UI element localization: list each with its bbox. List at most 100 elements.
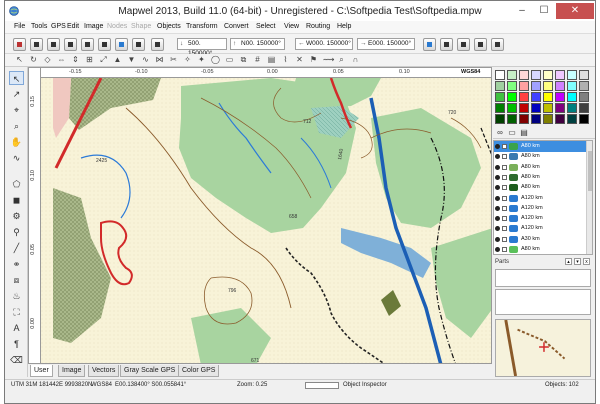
fill-tool-icon[interactable]: ⛶ xyxy=(9,305,24,319)
palette-swatch[interactable] xyxy=(555,70,565,80)
select-tool-icon[interactable]: ↖ xyxy=(9,71,24,85)
flip-icon[interactable]: ⇕ xyxy=(71,56,80,65)
eye-icon[interactable] xyxy=(495,154,500,160)
palette-swatch[interactable] xyxy=(567,103,577,113)
eye-icon[interactable] xyxy=(495,195,500,201)
layer-row[interactable]: A80 km xyxy=(494,244,586,254)
palette-swatch[interactable] xyxy=(567,114,577,124)
map-layer-icon[interactable]: ▤ xyxy=(267,56,276,65)
eye-icon[interactable] xyxy=(495,247,500,252)
layer-checkbox[interactable] xyxy=(502,247,507,252)
map-canvas[interactable]: 712 720 2425 1640 658 796 671 xyxy=(41,78,492,364)
parts-down-button[interactable]: ▾ xyxy=(574,258,581,265)
palette-swatch[interactable] xyxy=(531,70,541,80)
palette-swatch[interactable] xyxy=(519,81,529,91)
eye-icon[interactable] xyxy=(495,216,500,222)
join-icon[interactable]: ⋈ xyxy=(155,56,164,65)
polygon-tool-icon[interactable]: ⬠ xyxy=(9,177,24,191)
palette-swatch[interactable] xyxy=(495,92,505,102)
pan-tool-icon[interactable]: ✋ xyxy=(9,135,24,149)
layer-list[interactable]: A80 km A80 km A80 km A80 km A80 km A120 km A12… xyxy=(493,140,593,255)
maximize-button[interactable]: ☐ xyxy=(533,3,555,19)
north-coord-field[interactable]: ↑ N00. 150000° xyxy=(230,38,285,50)
layer-checkbox[interactable] xyxy=(502,195,507,201)
parts-list[interactable] xyxy=(495,269,591,287)
align-icon[interactable]: ⊞ xyxy=(85,56,94,65)
palette-swatch[interactable] xyxy=(519,70,529,80)
scale-icon[interactable]: ⤢ xyxy=(99,56,108,65)
palette-swatch[interactable] xyxy=(507,103,517,113)
menu-objects[interactable]: Objects xyxy=(157,23,181,30)
zoom-in-button[interactable] xyxy=(440,38,453,51)
gps-device-button[interactable] xyxy=(132,38,145,51)
palette-swatch[interactable] xyxy=(579,70,589,80)
east-coord-field[interactable]: → E000. 150000° xyxy=(357,38,415,50)
tab-user[interactable]: User xyxy=(30,365,53,377)
layer-checkbox[interactable] xyxy=(502,164,507,170)
line-tool-icon[interactable]: ╱ xyxy=(9,241,24,255)
palette-swatch[interactable] xyxy=(555,114,565,124)
object-tool-icon[interactable]: ⧈ xyxy=(9,273,24,287)
measure-tool-icon[interactable]: ⚲ xyxy=(9,225,24,239)
layer-checkbox[interactable] xyxy=(502,226,507,232)
palette-swatch[interactable] xyxy=(555,103,565,113)
zoom-extent-button[interactable] xyxy=(423,38,436,51)
south-coord-field[interactable]: ↓ 500. 150000° xyxy=(177,38,227,57)
palette-swatch[interactable] xyxy=(495,114,505,124)
layer-checkbox[interactable] xyxy=(502,144,507,149)
search-icon[interactable]: ⌕ xyxy=(337,56,346,65)
shape-rect-icon[interactable]: ▭ xyxy=(225,56,234,65)
gps-tool-button[interactable] xyxy=(151,38,164,51)
node-icon[interactable]: ◇ xyxy=(43,56,52,65)
palette-swatch[interactable] xyxy=(531,81,541,91)
menu-view[interactable]: View xyxy=(284,23,299,30)
palette-swatch[interactable] xyxy=(543,81,553,91)
eye-icon[interactable] xyxy=(495,226,500,232)
layer-up-icon[interactable]: ▲ xyxy=(113,56,122,65)
settings-tool-icon[interactable]: ⚙ xyxy=(9,209,24,223)
palette-swatch[interactable] xyxy=(507,114,517,124)
gps-send-button[interactable] xyxy=(98,38,111,51)
paint-tool-icon[interactable]: ♨ xyxy=(9,289,24,303)
gps-receive-button[interactable] xyxy=(115,38,128,51)
status-object-inspector[interactable]: Object Inspector xyxy=(343,382,387,388)
palette-swatch[interactable] xyxy=(543,92,553,102)
save-button[interactable] xyxy=(47,38,60,51)
tab-color-gps[interactable]: Color GPS xyxy=(178,365,220,377)
layer-checkbox[interactable] xyxy=(502,174,507,180)
track-icon[interactable]: ⌇ xyxy=(281,56,290,65)
palette-swatch[interactable] xyxy=(543,103,553,113)
label-tool-icon[interactable]: ¶ xyxy=(9,337,24,351)
color-palette[interactable] xyxy=(495,70,591,124)
palette-swatch[interactable] xyxy=(519,103,529,113)
menu-transform[interactable]: Transform xyxy=(186,23,218,30)
palette-swatch[interactable] xyxy=(507,92,517,102)
menu-edit[interactable]: Edit xyxy=(67,23,79,30)
palette-swatch[interactable] xyxy=(579,103,589,113)
grid-icon[interactable]: # xyxy=(253,56,262,65)
palette-swatch[interactable] xyxy=(555,81,565,91)
menu-file[interactable]: File xyxy=(14,23,25,30)
palette-swatch[interactable] xyxy=(507,70,517,80)
palette-swatch[interactable] xyxy=(555,92,565,102)
palette-swatch[interactable] xyxy=(507,81,517,91)
link-tool-icon[interactable]: ⚭ xyxy=(9,257,24,271)
menu-gps[interactable]: GPS xyxy=(51,23,66,30)
shape-star-icon[interactable]: ✦ xyxy=(197,56,206,65)
palette-swatch[interactable] xyxy=(519,114,529,124)
wand-icon[interactable]: ✧ xyxy=(183,56,192,65)
menu-nodes[interactable]: Nodes xyxy=(107,23,127,30)
palette-swatch[interactable] xyxy=(567,81,577,91)
tab-vectors[interactable]: Vectors xyxy=(88,365,120,377)
node-edit-tool-icon[interactable]: ↗ xyxy=(9,87,24,101)
palette-swatch[interactable] xyxy=(567,70,577,80)
waypoint-icon[interactable]: ⚑ xyxy=(309,56,318,65)
layer-checkbox[interactable] xyxy=(502,205,507,211)
palette-swatch[interactable] xyxy=(531,92,541,102)
route-icon[interactable]: ⟿ xyxy=(323,56,334,65)
mirror-icon[interactable]: ⇔ xyxy=(57,56,66,65)
parts-up-button[interactable]: ▴ xyxy=(565,258,572,265)
menu-help[interactable]: Help xyxy=(337,23,351,30)
layer-checkbox[interactable] xyxy=(502,216,507,222)
menu-routing[interactable]: Routing xyxy=(306,23,330,30)
